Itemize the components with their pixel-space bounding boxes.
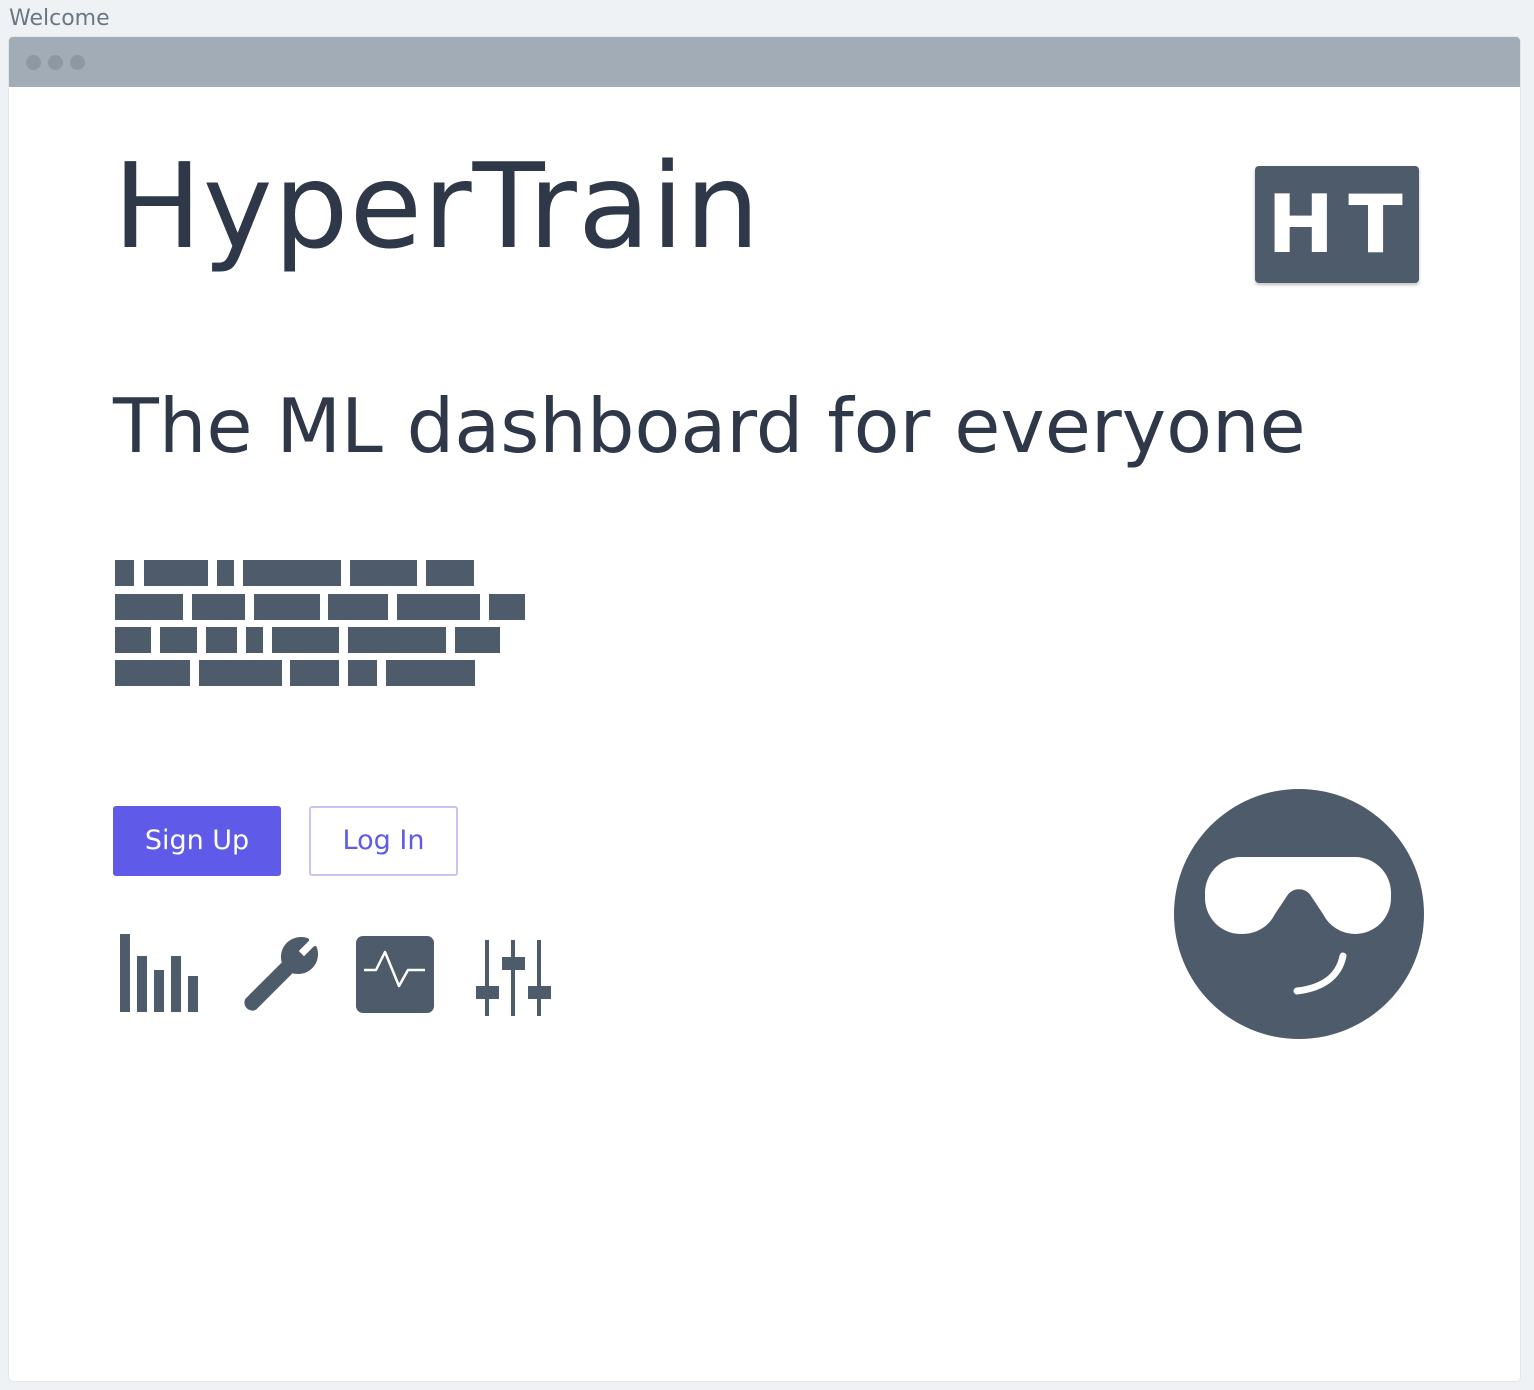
log-in-button[interactable]: Log In	[309, 806, 458, 876]
placeholder-word	[160, 627, 197, 653]
placeholder-word	[199, 660, 282, 686]
placeholder-word	[246, 627, 263, 653]
activity-monitor-icon	[355, 930, 441, 1016]
placeholder-word	[115, 560, 134, 586]
wrench-icon	[235, 930, 321, 1016]
placeholder-word	[397, 594, 480, 620]
window-titlebar	[9, 37, 1520, 87]
placeholder-word	[243, 560, 341, 586]
sliders-icon	[473, 930, 559, 1016]
placeholder-word	[290, 660, 339, 686]
window-control-dot[interactable]	[26, 55, 41, 70]
placeholder-word	[254, 594, 320, 620]
sunglasses-smiley-icon	[1173, 788, 1425, 1040]
app-title: HyperTrain	[113, 137, 761, 275]
placeholder-word	[350, 560, 417, 586]
placeholder-word	[348, 627, 446, 653]
placeholder-word	[489, 594, 525, 620]
placeholder-word	[328, 594, 388, 620]
placeholder-word	[386, 660, 475, 686]
placeholder-word	[115, 627, 151, 653]
app-window: HyperTrain HT The ML dashboard for every…	[9, 37, 1520, 1381]
placeholder-word	[115, 660, 190, 686]
placeholder-word	[192, 594, 245, 620]
bar-chart-icon	[115, 930, 201, 1016]
page-label: Welcome	[9, 6, 110, 31]
placeholder-word	[348, 660, 377, 686]
placeholder-word	[426, 560, 474, 586]
placeholder-word	[455, 627, 500, 653]
placeholder-paragraph	[115, 560, 535, 690]
placeholder-word	[115, 594, 183, 620]
logo: HT	[1255, 166, 1419, 283]
placeholder-word	[144, 560, 208, 586]
window-control-dot[interactable]	[48, 55, 63, 70]
window-control-dot[interactable]	[70, 55, 85, 70]
placeholder-word	[217, 560, 234, 586]
placeholder-word	[272, 627, 339, 653]
sign-up-button[interactable]: Sign Up	[113, 806, 281, 876]
placeholder-word	[206, 627, 237, 653]
tagline: The ML dashboard for everyone	[113, 382, 1306, 470]
